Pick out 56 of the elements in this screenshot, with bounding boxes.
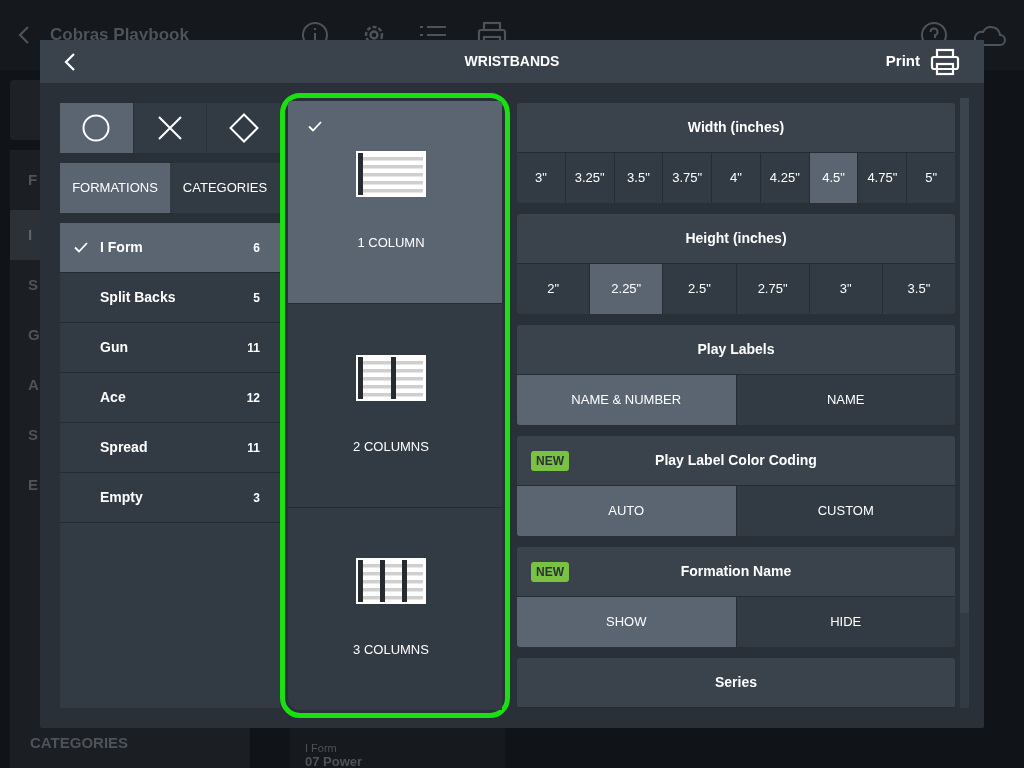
shape-tab[interactable] — [133, 103, 207, 153]
shape-tab[interactable] — [207, 103, 280, 153]
formation-count: 6 — [253, 239, 260, 257]
formation-item[interactable]: Ace 12 — [60, 373, 280, 423]
layout-label: 3 COLUMNS — [353, 641, 429, 660]
option-button[interactable]: AUTO — [517, 486, 736, 536]
diamond-icon — [228, 113, 259, 143]
formation-name: Empty — [100, 488, 144, 507]
formation-count: 5 — [253, 289, 260, 307]
new-badge: NEW — [531, 451, 569, 471]
formation-item[interactable]: Split Backs 5 — [60, 273, 280, 323]
formation-item[interactable]: Empty 3 — [60, 473, 280, 523]
play-caption: I Form — [305, 742, 338, 755]
sidebar-heading: F — [28, 169, 38, 190]
option-button[interactable]: NAME & NUMBER — [517, 375, 736, 425]
column-layout-icon — [356, 354, 426, 401]
check-icon — [74, 242, 88, 253]
section-title: Series — [714, 673, 757, 692]
layout-label: 2 COLUMNS — [353, 437, 429, 456]
section-title: Play Label Color Coding — [655, 451, 817, 470]
circle-icon — [82, 114, 111, 142]
formation-item[interactable]: I Form 6 — [60, 223, 280, 273]
section-title: Height (inches) — [685, 229, 787, 248]
list-tab[interactable]: FORMATIONS — [60, 163, 170, 213]
section-title: Width (inches) — [687, 118, 785, 137]
formation-name: I Form — [100, 238, 144, 257]
column-layout-icon — [356, 558, 426, 605]
print-button[interactable]: Print — [885, 47, 960, 76]
formation-name: Split Backs — [100, 288, 177, 307]
cross-icon — [158, 116, 182, 140]
layout-label: 1 COLUMN — [357, 234, 425, 253]
new-badge: NEW — [531, 562, 569, 582]
option-button[interactable]: 4.5" — [808, 153, 858, 203]
option-button[interactable]: 2.25" — [589, 264, 663, 314]
list-tab[interactable]: CATEGORIES — [170, 163, 280, 213]
formation-name: Gun — [100, 338, 129, 357]
dialog-title: WRISTBANDS — [464, 52, 560, 71]
formation-name: Ace — [100, 388, 127, 407]
section-title: Formation Name — [680, 562, 792, 581]
section-title: Play Labels — [697, 340, 775, 359]
formation-item[interactable]: Spread 11 — [60, 423, 280, 473]
formation-count: 11 — [247, 439, 260, 457]
option-button[interactable]: SHOW — [517, 597, 736, 647]
formation-count: 3 — [253, 489, 260, 507]
formation-item[interactable]: Gun 11 — [60, 323, 280, 373]
play-title: 07 Power — [305, 755, 364, 768]
column-layout-icon — [356, 151, 426, 198]
categories-heading: CATEGORIES — [30, 732, 129, 753]
shape-tab[interactable] — [60, 103, 133, 153]
formation-name: Spread — [100, 438, 149, 457]
printer-icon[interactable] — [930, 47, 960, 76]
formation-count: 12 — [246, 389, 260, 407]
app-title: Cobras Playbook — [50, 24, 189, 47]
check-icon — [308, 121, 322, 132]
layout-option[interactable]: 1 COLUMN — [288, 101, 502, 305]
formation-count: 11 — [247, 339, 260, 357]
